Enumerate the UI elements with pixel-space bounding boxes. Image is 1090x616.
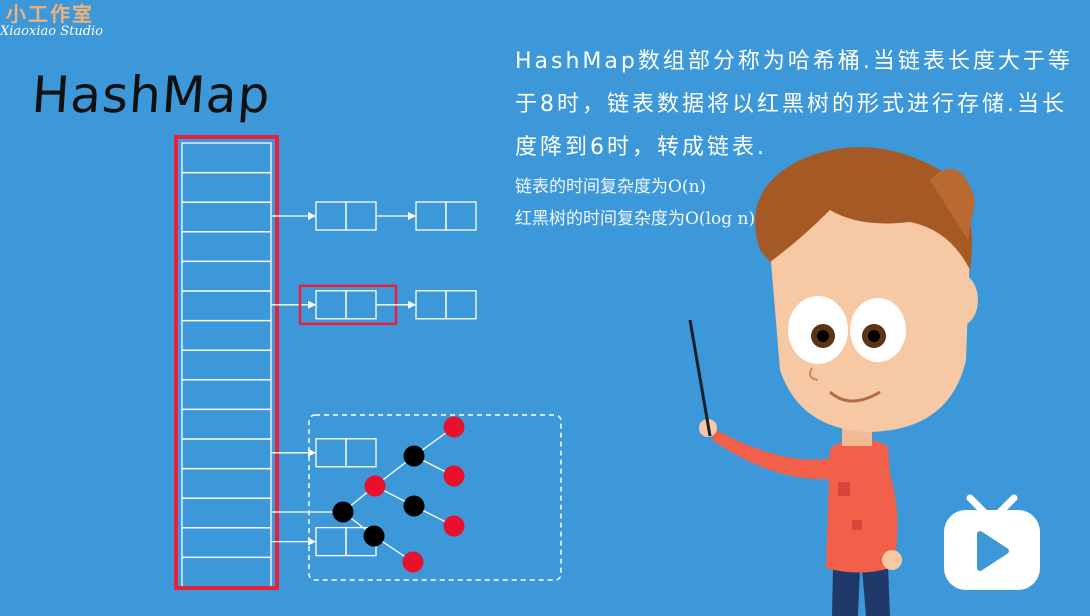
bucket-cell: [181, 260, 272, 292]
tree-node: [403, 495, 425, 517]
bucket-cell: [181, 349, 272, 381]
chain-node-next: [345, 438, 377, 468]
arrow-head: [408, 212, 416, 220]
play-button[interactable]: [940, 494, 1044, 592]
bucket-cell: [181, 142, 272, 174]
bucket-cell: [181, 379, 272, 411]
tree-node: [363, 525, 385, 547]
tree-node: [403, 445, 425, 467]
tree-node: [402, 551, 424, 573]
linked-chains: [271, 201, 477, 557]
tree-node: [443, 515, 465, 537]
chain-node-next: [445, 290, 477, 320]
tree-node: [332, 501, 354, 523]
bucket-cell: [181, 231, 272, 263]
bucket-cell: [181, 319, 272, 351]
bucket-cell: [181, 201, 272, 233]
chain-node-key: [315, 438, 347, 468]
chain-node-key: [315, 290, 347, 320]
chain-node-key: [315, 526, 347, 557]
chain-node-key: [415, 290, 447, 320]
arrow-head: [308, 300, 316, 309]
chain-node-next: [445, 201, 477, 231]
teacher-character: [688, 147, 978, 616]
bucket-array: [181, 142, 272, 588]
bucket-cell: [181, 556, 272, 588]
bucket-cell: [181, 497, 272, 529]
tree-node: [443, 465, 465, 487]
bucket-cell: [181, 527, 272, 559]
bucket-cell: [181, 171, 272, 203]
chain-node-next: [345, 201, 377, 231]
chain-node-key: [315, 201, 347, 231]
bucket-array-highlight: [174, 135, 279, 590]
hashmap-diagram: [174, 135, 978, 616]
bucket-cell: [181, 438, 272, 470]
bucket-cell: [181, 408, 272, 440]
arrow-head: [408, 300, 416, 309]
tree-node: [364, 475, 386, 497]
bucket-cell: [181, 467, 272, 499]
red-black-tree: [271, 416, 465, 573]
chain-node-key: [415, 201, 447, 231]
arrow-head: [308, 212, 316, 220]
pointer-stick: [688, 319, 712, 437]
chain-node-next: [345, 290, 377, 320]
bucket-cell: [181, 290, 272, 322]
tree-node: [443, 416, 465, 438]
